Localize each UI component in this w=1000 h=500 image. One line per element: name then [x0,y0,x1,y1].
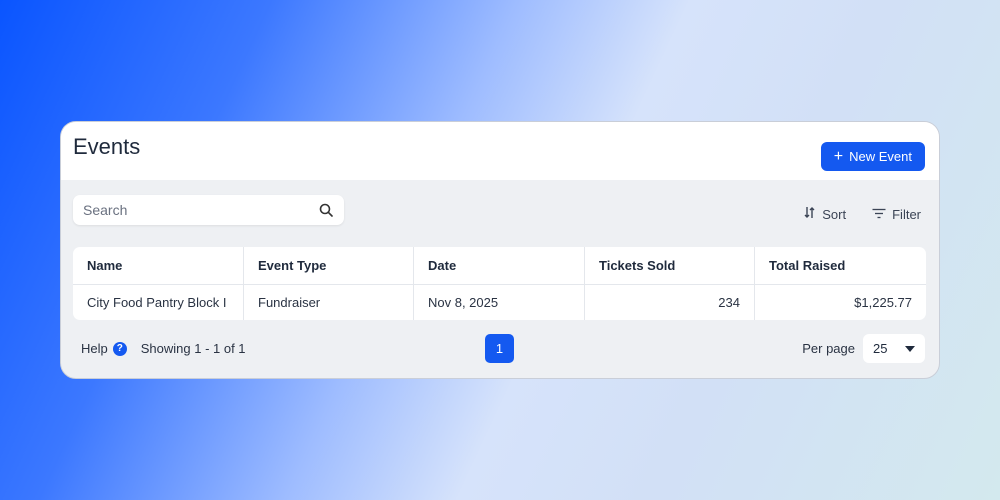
cell-name: City Food Pantry Block I [73,285,244,320]
search-icon[interactable] [318,202,334,218]
new-event-label: New Event [849,149,912,164]
events-card: Events + New Event Sort Filter Name Even [60,121,940,379]
sort-icon [804,206,816,222]
search-input[interactable] [83,202,318,218]
per-page-value: 25 [873,341,888,356]
cell-tickets-sold: 234 [585,285,755,320]
showing-text: Showing 1 - 1 of 1 [140,341,246,356]
table-row[interactable]: City Food Pantry Block I Fundraiser Nov … [73,284,926,320]
new-event-button[interactable]: + New Event [820,142,925,171]
filter-icon [872,207,886,222]
column-header-event-type[interactable]: Event Type [244,247,414,284]
caret-down-icon [905,345,915,352]
help-label: Help [81,341,108,356]
per-page-control: Per page 25 [802,334,925,363]
column-header-name[interactable]: Name [73,247,244,284]
search-box [73,195,344,225]
help-link[interactable]: Help ? [81,341,127,356]
events-table: Name Event Type Date Tickets Sold Total … [73,247,926,320]
per-page-select[interactable]: 25 [863,334,925,363]
pagination-page-button[interactable]: 1 [485,334,514,363]
table-header-row: Name Event Type Date Tickets Sold Total … [73,247,926,284]
column-header-date[interactable]: Date [414,247,585,284]
cell-event-type: Fundraiser [244,285,414,320]
page-title: Events [73,134,141,159]
filter-label: Filter [892,206,921,222]
sort-button[interactable]: Sort [804,206,846,222]
sort-label: Sort [822,206,847,222]
column-header-total-raised[interactable]: Total Raised [755,247,926,284]
toolbar: Sort Filter [804,206,921,222]
cell-total-raised: $1,225.77 [854,295,912,310]
cell-date: Nov 8, 2025 [414,285,585,320]
plus-icon: + [833,147,844,165]
help-icon: ? [112,341,127,356]
card-header: Events + New Event [61,122,939,180]
column-header-tickets-sold[interactable]: Tickets Sold [585,247,755,284]
footer-left: Help ? Showing 1 - 1 of 1 [81,341,246,356]
filter-button[interactable]: Filter [872,207,921,222]
per-page-label: Per page [802,341,855,356]
